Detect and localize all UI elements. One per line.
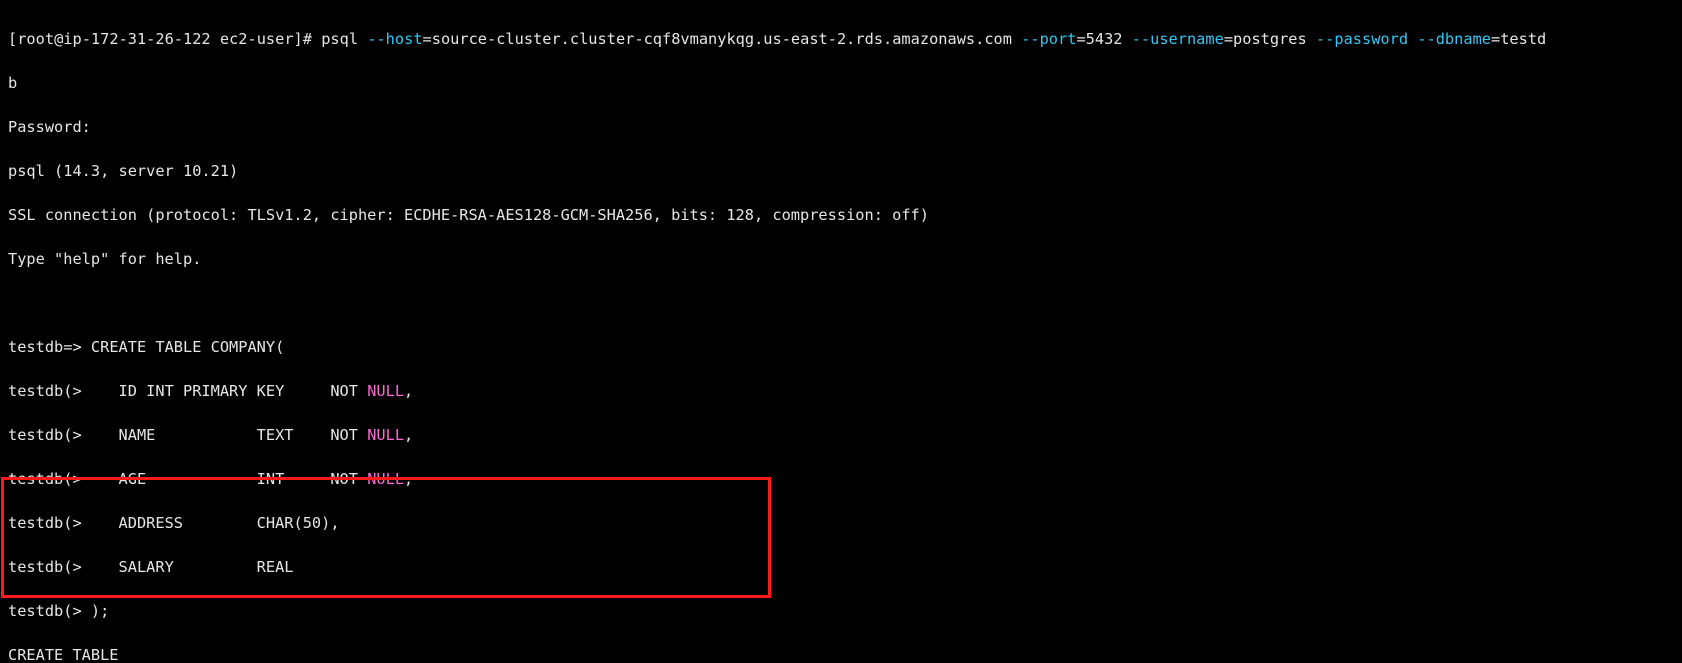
create-table-line-5: testdb(> SALARY REAL	[8, 556, 1674, 578]
password-prompt: Password:	[8, 116, 1674, 138]
flag-port: --port	[1021, 30, 1076, 48]
port-value: 5432	[1086, 30, 1123, 48]
flag-password: --password	[1316, 30, 1408, 48]
flag-host: --host	[367, 30, 422, 48]
host-value: source-cluster.cluster-cqf8vmanykqg.us-e…	[432, 30, 1012, 48]
flag-dbname: --dbname	[1417, 30, 1491, 48]
shell-prompt-open: [	[8, 30, 17, 48]
create-table-line-6: testdb(> );	[8, 600, 1674, 622]
shell-user: root	[17, 30, 54, 48]
blank-line-1	[8, 292, 1674, 314]
null-keyword: NULL	[367, 470, 404, 488]
create-table-line-2: testdb(> NAME TEXT NOT NULL,	[8, 424, 1674, 446]
shell-hash: #	[303, 30, 312, 48]
dbname-value: testd	[1500, 30, 1546, 48]
highlight-annotation-box	[1, 477, 771, 598]
shell-ip: ip-172-31-26-122	[63, 30, 210, 48]
terminal-output[interactable]: [root@ip-172-31-26-122 ec2-user]# psql -…	[0, 0, 1682, 663]
create-table-line-3: testdb(> AGE INT NOT NULL,	[8, 468, 1674, 490]
username-value: postgres	[1233, 30, 1307, 48]
null-keyword: NULL	[367, 382, 404, 400]
psql-version-line: psql (14.3, server 10.21)	[8, 160, 1674, 182]
create-table-line-4: testdb(> ADDRESS CHAR(50),	[8, 512, 1674, 534]
dbname-wrap: b	[8, 72, 1674, 94]
shell-prompt-close: ]	[294, 30, 303, 48]
null-keyword: NULL	[367, 426, 404, 444]
shell-line-psql-invocation: [root@ip-172-31-26-122 ec2-user]# psql -…	[8, 28, 1674, 50]
psql-primary-prompt: testdb=>	[8, 338, 82, 356]
create-table-line-1: testdb(> ID INT PRIMARY KEY NOT NULL,	[8, 380, 1674, 402]
shell-cwd: ec2-user	[220, 30, 294, 48]
help-line: Type "help" for help.	[8, 248, 1674, 270]
shell-at: @	[54, 30, 63, 48]
create-table-result: CREATE TABLE	[8, 644, 1674, 663]
create-table-line-0: testdb=> CREATE TABLE COMPANY(	[8, 336, 1674, 358]
ssl-line: SSL connection (protocol: TLSv1.2, ciphe…	[8, 204, 1674, 226]
psql-cmd: psql	[321, 30, 358, 48]
flag-username: --username	[1132, 30, 1224, 48]
